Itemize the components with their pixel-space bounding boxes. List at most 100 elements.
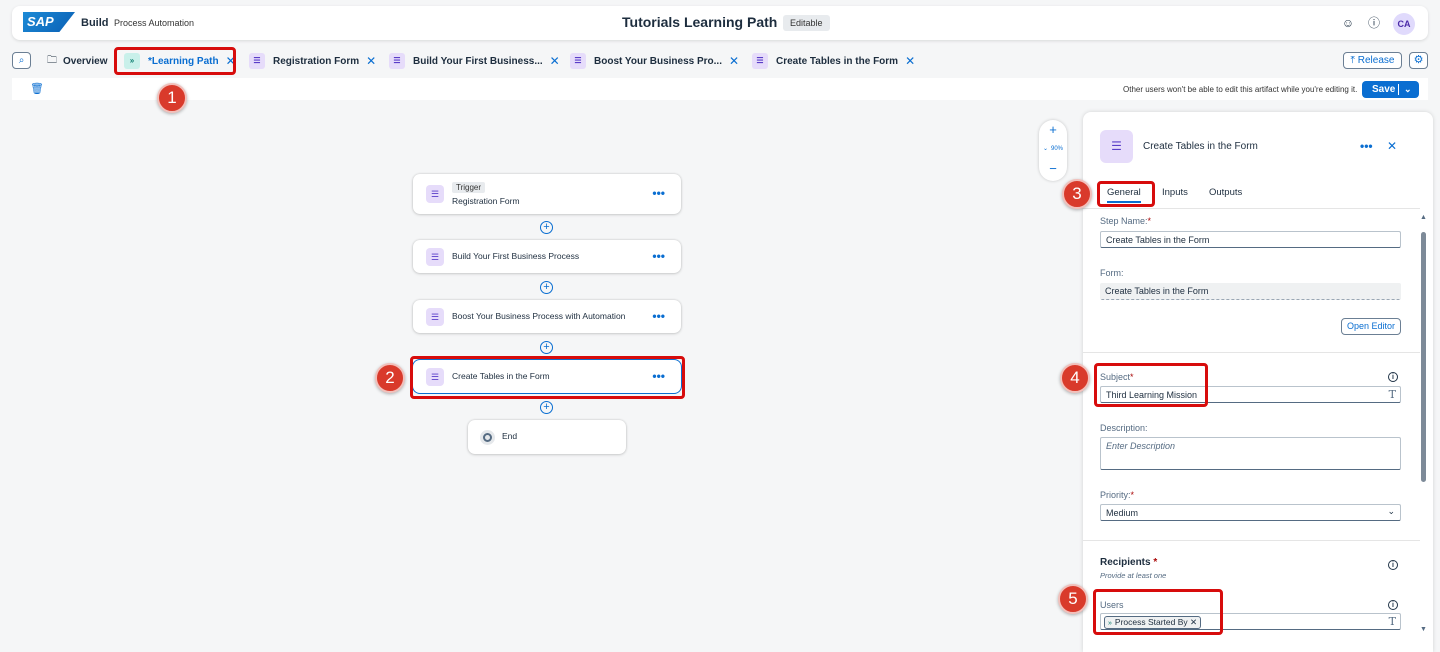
tab-inputs[interactable]: Inputs [1162,187,1188,198]
annotation-badge: 4 [1060,363,1090,393]
highlight-general-tab [1097,181,1155,207]
form-icon: ☰ [752,53,768,69]
zoom-level[interactable]: ⌄ 90% [1039,145,1067,152]
info-icon[interactable]: i [1388,600,1398,610]
node-label: End [502,431,518,441]
chevron-down-icon: ⌄ [1042,146,1048,152]
close-icon[interactable]: ✕ [366,54,376,68]
scrollbar-thumb[interactable] [1421,232,1426,482]
tab-label: Create Tables in the Form [776,55,899,67]
trigger-chip: Trigger [452,182,486,193]
form-icon: ☰ [1100,130,1133,163]
node-label: Registration Form [452,196,520,206]
priority-select[interactable]: Medium ⌄ [1100,504,1401,521]
form-icon: ☰ [426,307,444,326]
highlight-learning-path-tab [114,47,236,75]
panel-scrollbar[interactable]: ▲ ▼ [1420,214,1427,642]
editor-toolbar: 🗑 Other users won't be able to edit this… [12,78,1428,100]
more-icon[interactable]: ••• [1360,139,1373,153]
recipients-title: Recipients * [1100,557,1158,568]
description-textarea[interactable]: Enter Description [1100,437,1401,470]
release-button[interactable]: ⤒ Release [1343,52,1402,69]
text-type-icon[interactable]: T [1389,615,1396,628]
zoom-in-icon[interactable]: + [1039,122,1067,137]
scroll-down-icon[interactable]: ▼ [1420,626,1427,633]
chevron-down-icon: ⌄ [1387,506,1395,516]
product-name: Build [81,17,109,29]
add-step-button[interactable]: + [540,341,553,354]
recipients-hint: Provide at least one [1100,571,1167,580]
step-name-label: Step Name:* [1100,216,1152,226]
node-label: Boost Your Business Process with Automat… [452,310,626,321]
tab-label: Registration Form [273,55,360,67]
close-icon[interactable]: ✕ [1387,139,1397,153]
annotation-badge: 5 [1058,584,1088,614]
folder-icon: 🗀 [47,54,57,66]
form-field: Create Tables in the Form [1100,283,1401,300]
tab-boost-business[interactable]: ☰ Boost Your Business Pro... ✕ [570,52,739,70]
close-icon[interactable]: ✕ [550,54,560,68]
tab-registration-form[interactable]: ☰ Registration Form ✕ [249,52,376,70]
status-badge: Editable [783,15,830,31]
tab-build-first-business[interactable]: ☰ Build Your First Business... ✕ [389,52,560,70]
add-step-button[interactable]: + [540,221,553,234]
text-type-icon[interactable]: T [1389,388,1396,401]
save-label: Save [1372,84,1396,95]
more-icon[interactable]: ••• [652,309,665,323]
search-artifacts-icon[interactable]: ⌕ [12,52,31,69]
trash-icon[interactable]: 🗑 [30,82,44,95]
page-title: Tutorials Learning Path [622,14,778,30]
shell-bar: SAP Build Process Automation Tutorials L… [12,6,1428,40]
upload-icon: ⤒ [1350,55,1355,66]
end-node[interactable]: End [468,420,626,454]
close-icon[interactable]: ✕ [905,54,915,68]
more-icon[interactable]: ••• [652,186,665,200]
lock-note: Other users won't be able to edit this a… [1123,85,1358,94]
tab-overview[interactable]: 🗀 Overview [47,52,107,70]
open-editor-button[interactable]: Open Editor [1341,318,1401,335]
product-subtitle: Process Automation [114,18,195,28]
form-icon: ☰ [426,247,444,266]
end-icon [480,430,495,445]
highlight-subject-field [1094,363,1208,407]
form-label: Form: [1100,268,1124,278]
tab-label: Boost Your Business Pro... [594,55,722,67]
process-node[interactable]: ☰ Boost Your Business Process with Autom… [413,300,681,333]
add-step-button[interactable]: + [540,281,553,294]
chevron-down-icon[interactable]: ⌄ [1404,81,1412,98]
save-button[interactable]: Save ⌄ [1362,81,1419,98]
annotation-badge: 2 [375,363,405,393]
tab-label: Overview [63,55,108,67]
zoom-control: + ⌄ 90% − [1039,120,1067,181]
zoom-out-icon[interactable]: − [1039,161,1067,176]
settings-button[interactable]: ⚙ [1409,52,1428,69]
info-icon[interactable]: i [1388,560,1398,570]
joule-icon[interactable]: ☺ [1341,16,1355,30]
highlight-selected-node [410,356,685,399]
node-label: Build Your First Business Process [452,250,580,261]
description-label: Description: [1100,423,1148,433]
info-icon[interactable]: i [1388,372,1398,382]
help-icon[interactable]: ⓘ [1367,16,1381,30]
highlight-users-field [1093,589,1223,635]
priority-label: Priority:* [1100,490,1135,500]
close-icon[interactable]: ✕ [729,54,739,68]
form-icon: ☰ [389,53,405,69]
trigger-node[interactable]: ☰ Trigger Registration Form ••• [413,174,681,214]
tab-label: Build Your First Business... [413,55,543,67]
sap-logo[interactable]: SAP [23,12,75,32]
tab-create-tables[interactable]: ☰ Create Tables in the Form ✕ [752,52,915,70]
add-step-button[interactable]: + [540,401,553,414]
annotation-badge: 1 [157,83,187,113]
panel-title: Create Tables in the Form [1143,141,1258,152]
gear-icon: ⚙ [1413,54,1424,66]
avatar[interactable]: CA [1393,13,1415,35]
form-icon: ☰ [426,185,444,203]
more-icon[interactable]: ••• [652,249,665,263]
process-node[interactable]: ☰ Build Your First Business Process ••• [413,240,681,273]
tab-outputs[interactable]: Outputs [1209,187,1242,198]
form-icon: ☰ [570,53,586,69]
release-label: Release [1357,55,1395,66]
step-name-input[interactable]: Create Tables in the Form [1100,231,1401,248]
scroll-up-icon[interactable]: ▲ [1420,214,1427,221]
